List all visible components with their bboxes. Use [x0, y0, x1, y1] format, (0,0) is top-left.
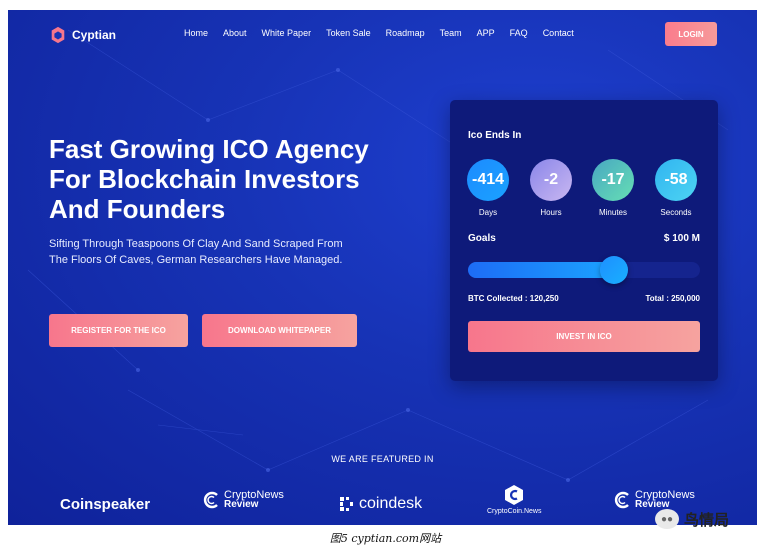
invest-ico-button[interactable]: INVEST IN ICO — [468, 321, 700, 352]
nav-item-white-paper[interactable]: White Paper — [262, 28, 312, 38]
cryptocoin-news-logo[interactable]: CryptoCoin.News — [487, 484, 541, 515]
goals-value: $ 100 M — [663, 233, 700, 244]
main-nav: Home About White Paper Token Sale Roadma… — [184, 28, 589, 38]
total-supply: Total : 250,000 — [645, 294, 700, 303]
timer-seconds-label: Seconds — [660, 208, 692, 217]
nav-item-app[interactable]: APP — [477, 28, 495, 38]
nav-item-team[interactable]: Team — [440, 28, 462, 38]
nav-item-contact[interactable]: Contact — [543, 28, 574, 38]
timer-minutes: -17 Minutes — [586, 159, 640, 217]
goals-label: Goals — [468, 233, 496, 244]
timer-seconds: -58 Seconds — [649, 159, 703, 217]
cryptocoin-text: CryptoCoin.News — [487, 508, 542, 515]
ico-countdown-card: Ico Ends In -414 Days -2 Hours -17 Minut… — [450, 100, 718, 381]
logo-mark-icon — [51, 26, 65, 44]
login-button[interactable]: LOGIN — [665, 22, 717, 46]
featured-logos: Coinspeaker CryptoNews Review coindesk C… — [8, 485, 757, 525]
wechat-icon: ●● — [655, 509, 679, 529]
btc-collected: BTC Collected : 120,250 — [468, 294, 559, 303]
timer-minutes-label: Minutes — [598, 208, 627, 217]
timer-days: -414 Days — [461, 159, 515, 217]
hero-subtitle: Sifting Through Teaspoons Of Clay And Sa… — [49, 238, 343, 266]
timer-days-value: -414 — [467, 159, 509, 201]
wechat-watermark: ●● 鸟情局 — [655, 505, 761, 533]
cryptonews-review-logo[interactable]: CryptoNews Review — [203, 490, 284, 510]
cryptocoin-hex-icon — [505, 485, 524, 505]
brand-logo[interactable]: Cyptian — [49, 26, 116, 44]
timer-hours: -2 Hours — [524, 159, 578, 217]
cryptonews-c-icon — [203, 491, 218, 509]
timer-hours-value: -2 — [530, 159, 572, 201]
funding-progress-bar — [468, 256, 700, 284]
funding-progress-handle — [600, 256, 629, 284]
funding-progress-fill — [468, 262, 615, 278]
timer-days-label: Days — [478, 208, 498, 217]
timer-minutes-value: -17 — [592, 159, 634, 201]
timer-seconds-value: -58 — [655, 159, 697, 201]
nav-item-about[interactable]: About — [223, 28, 247, 38]
nav-item-home[interactable]: Home — [184, 28, 208, 38]
nav-item-roadmap[interactable]: Roadmap — [386, 28, 425, 38]
cryptonews-c-icon — [614, 491, 629, 509]
timer-hours-label: Hours — [540, 208, 562, 217]
coindesk-text: coindesk — [359, 495, 423, 512]
coindesk-logo[interactable]: coindesk — [339, 495, 422, 513]
ico-card-title: Ico Ends In — [468, 130, 522, 141]
brand-name: Cyptian — [72, 28, 117, 42]
nav-item-faq[interactable]: FAQ — [510, 28, 528, 38]
hero-section: Cyptian Home About White Paper Token Sal… — [8, 10, 757, 525]
register-ico-button[interactable]: REGISTER FOR THE ICO — [49, 314, 188, 347]
featured-title: WE ARE FEATURED IN — [331, 454, 434, 464]
nav-item-token-sale[interactable]: Token Sale — [326, 28, 371, 38]
download-whitepaper-button[interactable]: DOWNLOAD WHITEPAPER — [202, 314, 357, 347]
coinspeaker-logo[interactable]: Coinspeaker — [60, 496, 150, 513]
watermark-text: 鸟情局 — [684, 510, 730, 529]
cryptonews-review: Review — [224, 499, 259, 510]
hero-title: Fast Growing ICO Agency For Blockchain I… — [49, 134, 369, 224]
coinspeaker-text: Coinspeaker — [60, 496, 151, 513]
coindesk-mark-icon — [340, 497, 353, 511]
